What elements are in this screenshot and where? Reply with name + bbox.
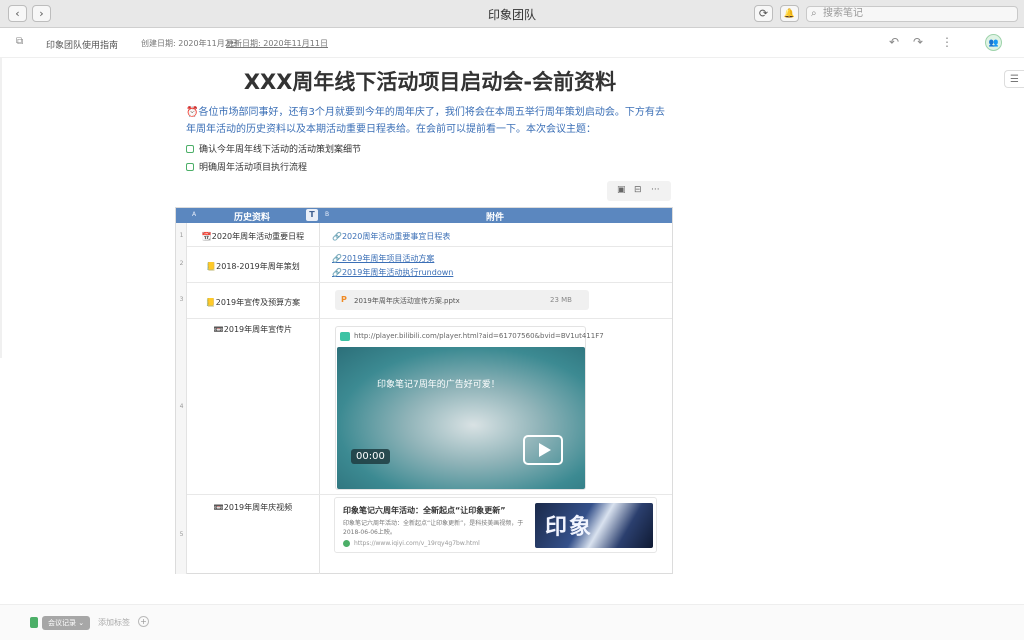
outline-button[interactable]: ☰ [1004, 70, 1024, 88]
todo-checkbox[interactable] [186, 144, 194, 153]
bottom-bar: 会议记录 ⌄ 添加标签 + [0, 604, 1024, 640]
outline-icon: ☰ [1010, 73, 1019, 85]
search-placeholder: 搜索笔记 [823, 8, 863, 19]
more-icon[interactable]: ··· [651, 185, 660, 195]
todo-checkbox[interactable] [186, 162, 194, 171]
window-titlebar: ‹ › 印象团队 ⟳ 🔔 ⌕ 搜索笔记 [0, 0, 1024, 28]
grid-icon[interactable]: ⊟ [634, 185, 642, 195]
search-icon: ⌕ [811, 8, 817, 19]
thumbnail-text: 印象 [545, 515, 594, 540]
add-tag-button[interactable]: + [138, 616, 149, 627]
intro-paragraph: ⏰各位市场部同事好，还有3个月就要到今年的周年庆了，我们将会在本周五举行周年策划… [186, 107, 665, 135]
site-icon [343, 540, 350, 547]
row-number: 4 [179, 403, 184, 410]
todo-item: 确认今年周年线下活动的活动策划案细节 [186, 142, 361, 155]
left-edge [0, 58, 2, 358]
column-header[interactable]: 附件 [486, 210, 504, 223]
cell-a[interactable]: 📒2018-2019年周年策划 [187, 261, 319, 272]
video-caption: 印象笔记7周年的广告好可爱！ [377, 380, 500, 390]
more-icon[interactable]: ⋮ [941, 35, 953, 49]
users-icon: 👥 [988, 38, 999, 47]
tag-chip[interactable]: 会议记录 ⌄ [42, 616, 91, 630]
video-embed[interactable]: http://player.bilibili.com/player.html?a… [335, 326, 604, 490]
note-toolbar: ⧉ 印象团队使用指南 创建日期: 2020年11月2日 更新日期: 2020年1… [0, 28, 1024, 58]
tag-icon [30, 617, 38, 628]
share-avatar[interactable]: 👥 [985, 34, 1002, 51]
table-row: 📆2020年周年活动重要日程 🔗2020周年活动重要事宜日程表 [187, 223, 672, 247]
sync-button[interactable]: ⟳ [754, 5, 773, 22]
image-icon[interactable]: ▣ [617, 185, 626, 195]
notebook-name[interactable]: 印象团队使用指南 [46, 38, 118, 51]
table-row: 📒2018-2019年周年策划 🔗2019年周年项目活动方案 🔗2019年周年活… [187, 247, 672, 283]
video-time: 00:00 [351, 449, 390, 464]
link-thumbnail: 印象 [535, 503, 653, 548]
add-tag-input[interactable]: 添加标签 [98, 617, 130, 628]
cell-a[interactable]: 📆2020年周年活动重要日程 [187, 231, 319, 242]
video-icon [340, 332, 350, 341]
file-name: 2019年周年庆活动宣传方案.pptx [354, 297, 460, 305]
todo-text: 明确周年活动项目执行流程 [199, 163, 308, 173]
video-player[interactable]: 印象笔记7周年的广告好可爱！ 00:00 [337, 347, 585, 489]
table-header: A 历史资料 T B 附件 [176, 208, 672, 223]
todo-text: 确认今年周年线下活动的活动策划案细节 [199, 145, 362, 155]
file-size: 23 MB [550, 296, 572, 304]
search-input[interactable]: ⌕ 搜索笔记 [806, 6, 1018, 22]
video-url[interactable]: http://player.bilibili.com/player.html?a… [354, 332, 604, 340]
cell-a[interactable]: 📼2019年周年庆视频 [187, 502, 319, 513]
link-description: 印象笔记六周年活动：全新起点“让印象更新”，是科技美画视频，于2018-06-0… [343, 520, 524, 536]
row-number: 3 [179, 296, 184, 303]
link-url[interactable]: https://www.iqiyi.com/v_19rqy4g7bw.html [354, 540, 480, 547]
column-letter: B [325, 211, 330, 218]
attachment-link[interactable]: 🔗2019年周年活动执行rundown [332, 267, 453, 278]
sidebar-toggle-icon[interactable]: ⧉ [16, 36, 23, 47]
column-letter: A [192, 211, 197, 218]
attachment-link[interactable]: 🔗2019年周年项目活动方案 [332, 253, 434, 264]
row-number-column: 1 2 3 4 5 [176, 223, 187, 574]
row-number: 1 [179, 232, 184, 239]
cell-a[interactable]: 📼2019年周年宣传片 [187, 324, 319, 335]
redo-icon[interactable]: ↷ [913, 35, 923, 49]
created-date: 创建日期: 2020年11月2日 [141, 39, 238, 48]
todo-item: 明确周年活动项目执行流程 [186, 160, 307, 173]
play-icon[interactable] [523, 435, 563, 465]
notification-button[interactable]: 🔔 [780, 5, 799, 22]
link-title: 印象笔记六周年活动：全新起点“让印象更新” [343, 506, 506, 515]
file-attachment[interactable]: P 2019年周年庆活动宣传方案.pptx 23 MB [335, 290, 589, 310]
column-type-badge[interactable]: T [306, 209, 318, 221]
sync-icon: ⟳ [758, 7, 769, 20]
table-tools: ▣ ⊟ ··· [607, 181, 671, 201]
page-title: XXX周年线下活动项目启动会-会前资料 [243, 70, 617, 94]
column-header[interactable]: 历史资料 [234, 210, 270, 223]
bell-icon: 🔔 [783, 8, 796, 19]
cell-a[interactable]: 📒2019年宣传及预算方案 [187, 297, 319, 308]
data-table: A 历史资料 T B 附件 1 2 3 4 5 📆2020年周年活动重要日程 🔗… [175, 207, 673, 574]
row-number: 5 [179, 531, 184, 538]
pptx-file-icon: P [341, 295, 347, 304]
undo-icon[interactable]: ↶ [889, 35, 899, 49]
updated-date[interactable]: 更新日期: 2020年11月11日 [226, 38, 328, 49]
row-number: 2 [179, 260, 184, 267]
attachment-link[interactable]: 🔗2020周年活动重要事宜日程表 [332, 231, 450, 242]
link-preview-card[interactable]: 印象笔记六周年活动：全新起点“让印象更新” 印象笔记六周年活动：全新起点“让印象… [334, 497, 657, 553]
